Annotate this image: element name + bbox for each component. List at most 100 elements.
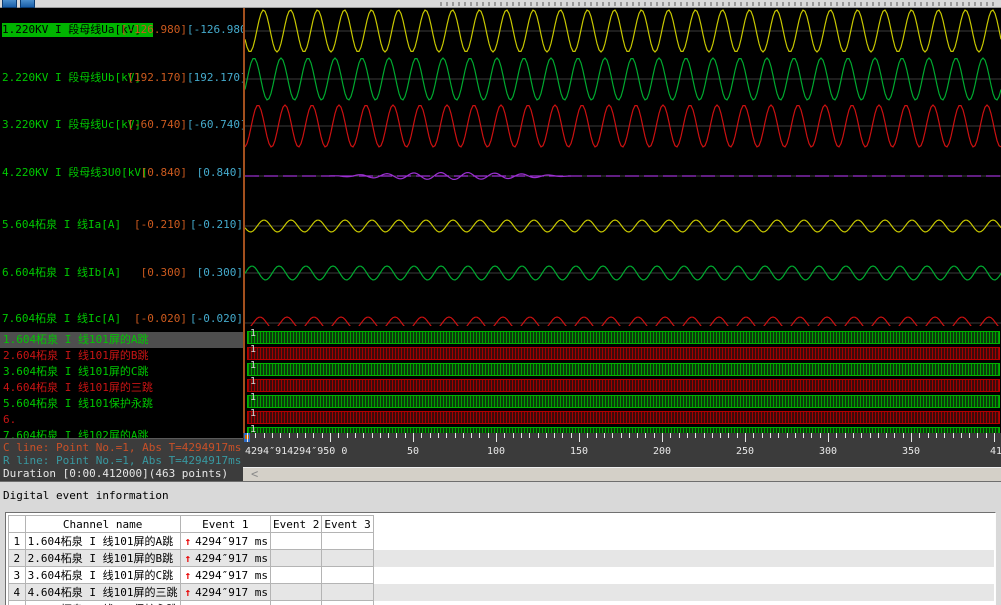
ruler-tick xyxy=(961,433,962,438)
ruler-tick xyxy=(554,433,555,438)
ruler-tick xyxy=(504,433,505,438)
digital-state-bar: 1 xyxy=(247,331,1000,344)
ruler-tick xyxy=(571,433,572,438)
ruler-tick xyxy=(587,433,588,438)
digital-channel-row[interactable]: 3.604柘泉 I 线101屏的C跳 xyxy=(0,364,243,380)
scroll-left-icon[interactable]: < xyxy=(251,468,258,481)
ruler-tick xyxy=(953,433,954,438)
ruler-tick xyxy=(471,433,472,438)
ruler-tick xyxy=(778,433,779,438)
plot-area: 1111111 4294″914294″950 0501001502002503… xyxy=(243,8,1001,481)
event2-cell xyxy=(271,584,322,601)
analog-channel-row[interactable]: 4.220KV I 段母线3U0[kV][0.840][0.840] xyxy=(0,166,243,180)
ruler-tick xyxy=(753,433,754,438)
event-table-row[interactable]: 22.604柘泉 I 线101屏的B跳↑4294″917 ms xyxy=(9,550,995,567)
ruler-tick-label: 150 xyxy=(570,446,588,457)
c-line-status: C line: Point No.=1, Abs T=4294917ms, Re… xyxy=(3,441,243,454)
ruler-tick xyxy=(720,433,721,438)
channel-name-header: Channel name xyxy=(25,516,180,533)
analog-waveform-plot[interactable] xyxy=(243,8,1001,326)
toolbar-button-1[interactable] xyxy=(2,0,17,8)
digital-trace-plot[interactable]: 1111111 xyxy=(243,326,1001,433)
event3-cell xyxy=(322,550,373,567)
ruler-tick xyxy=(463,433,464,438)
analog-channel-row[interactable]: 2.220KV I 段母线Ub[kV][192.170][192.170] xyxy=(0,71,243,85)
ruler-tick-label: 4294″914294″950 0 xyxy=(245,446,347,457)
ruler-tick xyxy=(405,433,406,438)
ruler-tick xyxy=(513,433,514,438)
analog-channel-row[interactable]: 6.604柘泉 I 线Ib[A][0.300][0.300] xyxy=(0,266,243,280)
analog-channel-row[interactable]: 5.604柘泉 I 线Ia[A][-0.210][-0.210] xyxy=(0,218,243,232)
row-filler xyxy=(373,584,994,601)
event2-cell xyxy=(271,567,322,584)
event3-cell xyxy=(322,584,373,601)
digital-state-value: 1 xyxy=(250,329,256,339)
ruler-tick xyxy=(488,433,489,438)
analog-channel-row[interactable]: 3.220KV I 段母线Uc[kV][-60.740][-60.740] xyxy=(0,118,243,132)
ruler-tick-label: 41 xyxy=(990,446,1001,457)
event-table-row[interactable]: 55.604柘泉 I 线101保护永跳↑4294″917 ms xyxy=(9,601,995,605)
event-table-row[interactable]: 44.604柘泉 I 线101屏的三跳↑4294″917 ms xyxy=(9,584,995,601)
ruler-tick xyxy=(305,433,306,438)
ruler-tick xyxy=(562,433,563,438)
analog-channel-row[interactable]: 1.220KV I 段母线Ua[kV][-126.980][-126.980] xyxy=(0,23,243,37)
ruler-tick xyxy=(612,433,613,438)
event1-cell: ↑4294″917 ms xyxy=(180,533,270,550)
duration-status: Duration [0:00.412000](463 points) xyxy=(3,467,243,480)
ruler-tick xyxy=(687,433,688,438)
ruler-tick xyxy=(322,433,323,438)
event-table-header-row: Channel name Event 1 Event 2 Event 3 xyxy=(9,516,995,533)
ruler-tick xyxy=(886,433,887,438)
event-table-row[interactable]: 11.604柘泉 I 线101屏的A跳↑4294″917 ms xyxy=(9,533,995,550)
horizontal-scrollbar[interactable]: < xyxy=(243,467,1001,481)
clipped-toolbar-text xyxy=(440,2,997,6)
channel-value-primary: [-126.980] xyxy=(95,23,187,37)
digital-channel-row[interactable]: 1.604柘泉 I 线101屏的A跳 xyxy=(0,332,243,348)
event3-header: Event 3 xyxy=(322,516,373,533)
digital-state-value: 1 xyxy=(250,409,256,419)
channel-list-panel: 1.220KV I 段母线Ua[kV][-126.980][-126.980] 2… xyxy=(0,8,243,481)
ruler-tick xyxy=(762,433,763,438)
digital-channel-row[interactable]: 5.604柘泉 I 线101保护永跳 xyxy=(0,396,243,412)
event-row-number: 5 xyxy=(9,601,26,605)
ruler-tick xyxy=(496,433,497,442)
toolbar xyxy=(0,0,1001,8)
ruler-tick xyxy=(355,433,356,438)
ruler-tick xyxy=(986,433,987,438)
toolbar-button-2[interactable] xyxy=(20,0,35,8)
ruler-tick xyxy=(604,433,605,438)
channel-value-secondary: [0.300] xyxy=(187,266,243,280)
ruler-tick xyxy=(836,433,837,438)
r-line-status: R line: Point No.=1, Abs T=4294917ms, Re… xyxy=(3,454,243,467)
ruler-tick xyxy=(994,433,995,442)
analog-channel-row[interactable]: 7.604柘泉 I 线Ic[A][-0.020][-0.020] xyxy=(0,312,243,326)
rising-edge-arrow-icon: ↑ xyxy=(183,552,196,565)
channel-value-secondary: [0.840] xyxy=(187,166,243,180)
event-row-number: 1 xyxy=(9,533,26,550)
ruler-tick xyxy=(330,433,331,442)
ruler-tick xyxy=(413,433,414,442)
time-ruler[interactable]: 4294″914294″950 05010015020025030035041 xyxy=(243,433,1001,467)
row-number-header xyxy=(9,516,26,533)
event-table-row[interactable]: 33.604柘泉 I 线101屏的C跳↑4294″917 ms xyxy=(9,567,995,584)
ruler-tick xyxy=(803,433,804,438)
digital-channel-row[interactable]: 6. xyxy=(0,412,243,428)
ruler-tick xyxy=(745,433,746,442)
ruler-tick xyxy=(596,433,597,438)
ruler-tick xyxy=(894,433,895,438)
digital-channel-row[interactable]: 4.604柘泉 I 线101屏的三跳 xyxy=(0,380,243,396)
rising-edge-arrow-icon: ↑ xyxy=(183,569,196,582)
rising-edge-arrow-icon: ↑ xyxy=(183,586,196,599)
event2-cell xyxy=(271,533,322,550)
ruler-tick xyxy=(861,433,862,438)
ruler-tick xyxy=(820,433,821,438)
ruler-tick xyxy=(704,433,705,438)
ruler-tick xyxy=(670,433,671,438)
ruler-tick xyxy=(870,433,871,438)
ruler-tick xyxy=(347,433,348,438)
ruler-tick xyxy=(787,433,788,438)
digital-channel-row[interactable]: 2.604柘泉 I 线101屏的B跳 xyxy=(0,348,243,364)
waveform-svg xyxy=(245,8,1001,326)
ruler-tick xyxy=(363,433,364,438)
ruler-tick-label: 50 xyxy=(407,446,419,457)
